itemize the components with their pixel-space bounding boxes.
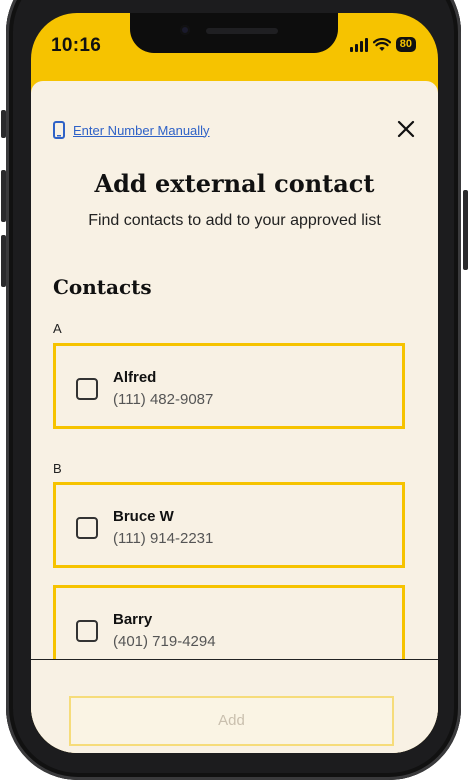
- enter-number-manually-label: Enter Number Manually: [73, 122, 210, 138]
- page-title: Add external contact: [94, 169, 375, 198]
- sheet-footer: Add: [31, 659, 438, 753]
- speaker-grille: [206, 28, 278, 34]
- add-contact-sheet: Enter Number Manually Add external conta…: [31, 81, 438, 753]
- contact-checkbox[interactable]: [76, 378, 98, 400]
- wifi-icon: [372, 37, 391, 51]
- phone-mockup: 10:16 80 Enter Number Manually Add exter…: [0, 0, 469, 780]
- front-camera: [180, 25, 190, 35]
- screen: 10:16 80 Enter Number Manually Add exter…: [31, 13, 438, 753]
- group-letter-b: B: [53, 461, 62, 476]
- enter-number-manually-link[interactable]: Enter Number Manually: [53, 121, 210, 139]
- group-letter-a: A: [53, 321, 62, 336]
- contact-name: Alfred: [113, 369, 157, 386]
- close-icon: [397, 120, 415, 138]
- notch: [130, 13, 338, 53]
- volume-up-button: [1, 170, 6, 222]
- contact-phone: (111) 914-2231: [113, 530, 214, 547]
- contact-name: Bruce W: [113, 508, 174, 525]
- status-time: 10:16: [51, 35, 102, 56]
- power-button: [463, 190, 468, 270]
- signal-icon: [349, 37, 368, 52]
- battery-indicator: 80: [395, 37, 416, 52]
- silent-switch: [1, 110, 6, 138]
- contact-checkbox[interactable]: [76, 517, 98, 539]
- close-button[interactable]: [394, 117, 418, 141]
- contact-card[interactable]: Bruce W (111) 914-2231: [53, 482, 405, 568]
- status-icons: 80: [349, 37, 416, 52]
- contact-phone: (111) 482-9087: [113, 391, 214, 408]
- contact-phone: (401) 719-4294: [113, 633, 216, 650]
- contact-name: Barry: [113, 611, 153, 628]
- contact-checkbox[interactable]: [76, 620, 98, 642]
- add-button[interactable]: Add: [69, 696, 394, 746]
- contact-card[interactable]: Alfred (111) 482-9087: [53, 343, 405, 429]
- volume-down-button: [1, 235, 6, 287]
- contacts-section-title: Contacts: [53, 275, 152, 299]
- phone-icon: [53, 121, 65, 139]
- page-subtitle: Find contacts to add to your approved li…: [88, 212, 381, 229]
